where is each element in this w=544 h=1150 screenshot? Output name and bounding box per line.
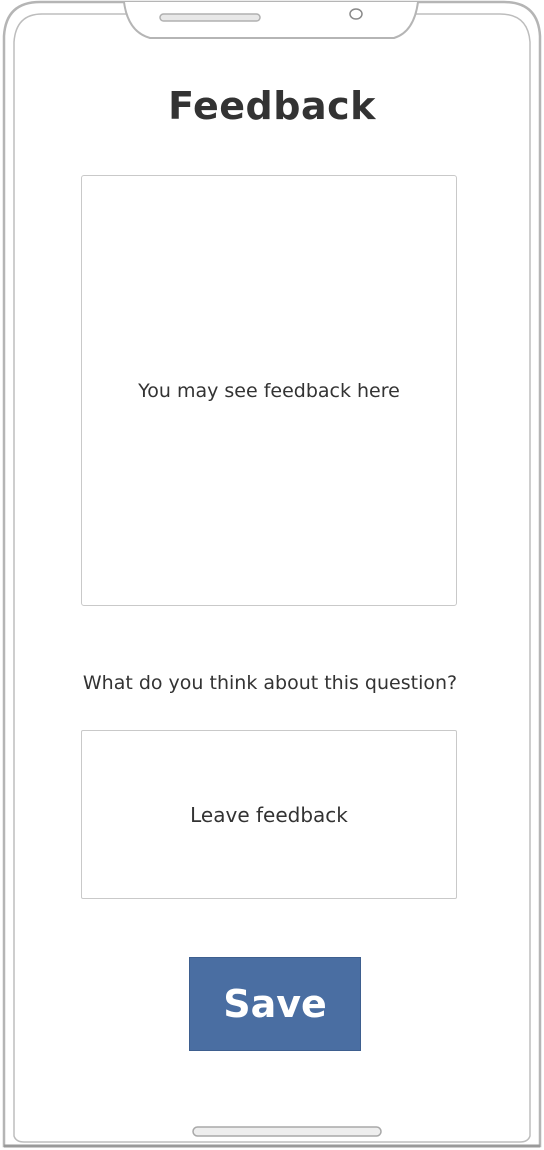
screen: Feedback You may see feedback here What … (0, 0, 544, 1150)
camera-icon (349, 8, 363, 20)
home-indicator-bar[interactable] (190, 1124, 384, 1140)
feedback-display-panel: You may see feedback here (81, 175, 457, 606)
feedback-input[interactable]: Leave feedback (81, 730, 457, 899)
feedback-input-placeholder: Leave feedback (190, 802, 348, 827)
page-title: Feedback (168, 84, 376, 128)
question-label: What do you think about this question? (82, 672, 458, 694)
save-button[interactable]: Save (189, 957, 361, 1051)
feedback-display-text: You may see feedback here (138, 379, 400, 402)
speaker-slot-icon (159, 13, 261, 22)
